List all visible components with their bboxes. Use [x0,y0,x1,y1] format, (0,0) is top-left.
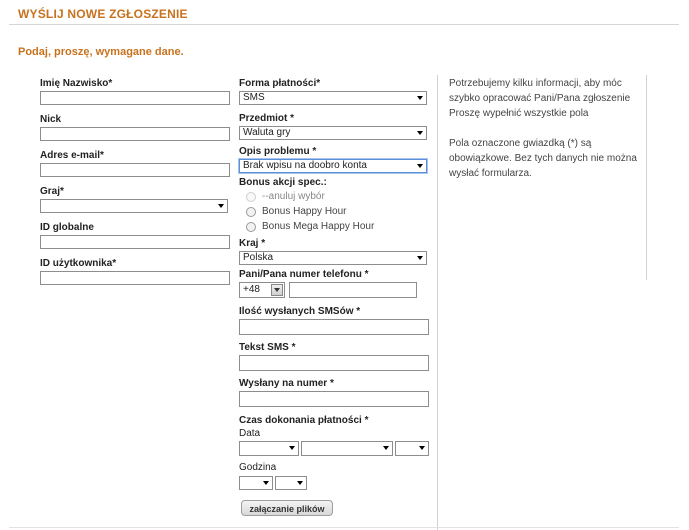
hour-label: Godzina [239,462,277,473]
sent-to-field[interactable] [239,391,429,407]
sms-count-label: Ilość wysłanych SMSów * [239,306,361,317]
info-divider [646,75,647,280]
country-value: Polska [243,252,274,263]
email-field[interactable] [40,163,230,177]
bonus-option-happy-hour[interactable]: Bonus Happy Hour [239,204,431,219]
name-field[interactable] [40,91,230,105]
payment-method-select[interactable]: SMS [239,91,427,105]
bonus-option-label: Bonus Mega Happy Hour [262,221,375,232]
bottom-divider [9,527,679,528]
phone-prefix-dropdown-button[interactable] [271,284,283,296]
radio-icon [246,191,256,202]
hour-select[interactable] [239,476,273,490]
left-form-column: Imię Nazwisko* Nick Adres e-mail* Graj* … [40,77,230,285]
chevron-down-icon [417,164,423,168]
page-title: WYŚLIJ NOWE ZGŁOSZENIE [18,7,188,21]
bonus-option-cancel[interactable]: --anuluj wybór [239,189,431,204]
date-day-select[interactable] [239,441,299,456]
sms-text-label: Tekst SMS * [239,342,296,353]
phone-label: Pani/Pana numer telefonu * [239,269,369,280]
chevron-down-icon [289,446,295,450]
payment-label: Forma płatności* [239,78,321,89]
info-panel: Potrzebujemy kilku informacji, aby móc s… [449,76,639,196]
date-row [239,441,431,456]
info-required-text: Pola oznaczone gwiazdką (*) są obowiązko… [449,138,637,179]
global-id-label: ID globalne [40,222,94,233]
radio-icon [246,206,256,217]
nick-field[interactable] [40,127,230,141]
minute-select[interactable] [275,476,307,490]
phone-prefix-value: +48 [243,284,260,295]
country-label: Kraj * [239,238,266,249]
problem-value: Brak wpisu na doobro konta [243,160,367,171]
attach-files-button[interactable]: załączanie plików [241,500,333,516]
header-divider [9,24,679,25]
date-year-select[interactable] [395,441,429,456]
phone-number-field[interactable] [289,282,417,298]
game-label: Graj* [40,186,64,197]
chevron-down-icon [419,446,425,450]
payment-value: SMS [243,92,265,103]
bonus-option-label: Bonus Happy Hour [262,206,347,217]
sms-text-field[interactable] [239,355,429,371]
problem-label: Opis problemu * [239,146,317,157]
chevron-down-icon [383,446,389,450]
chevron-down-icon [417,96,423,100]
sms-count-field[interactable] [239,319,429,335]
subject-label: Przedmiot * [239,113,295,124]
chevron-down-icon [417,131,423,135]
bonus-option-mega-happy-hour[interactable]: Bonus Mega Happy Hour [239,219,431,234]
chevron-down-icon [218,204,224,208]
global-id-field[interactable] [40,235,230,249]
game-select[interactable] [40,199,228,213]
subject-value: Waluta gry [243,127,291,138]
user-id-field[interactable] [40,271,230,285]
phone-row: +48 [239,282,431,298]
bonus-label: Bonus akcji spec.: [239,177,327,188]
subject-select[interactable]: Waluta gry [239,126,427,140]
user-id-label: ID użytkownika* [40,258,117,269]
info-text: Potrzebujemy kilku informacji, aby móc s… [449,78,631,119]
nick-label: Nick [40,114,62,125]
chevron-down-icon [297,481,303,485]
hour-row [239,476,431,490]
chevron-down-icon [263,481,269,485]
problem-select[interactable]: Brak wpisu na doobro konta [239,159,427,173]
right-form-column: Forma płatności* SMS Przedmiot * Waluta … [239,77,431,490]
chevron-down-icon [274,288,280,292]
country-select[interactable]: Polska [239,251,427,265]
form-subtitle: Podaj, proszę, wymagane dane. [18,46,184,58]
chevron-down-icon [417,256,423,260]
date-month-select[interactable] [301,441,393,456]
column-divider [437,75,438,530]
date-label: Data [239,428,261,439]
email-label: Adres e-mail* [40,150,104,161]
payment-time-label: Czas dokonania płatności * [239,415,369,426]
name-label: Imię Nazwisko* [40,78,113,89]
sent-to-label: Wysłany na numer * [239,378,334,389]
bonus-option-label: --anuluj wybór [262,191,325,202]
radio-icon [246,221,256,232]
